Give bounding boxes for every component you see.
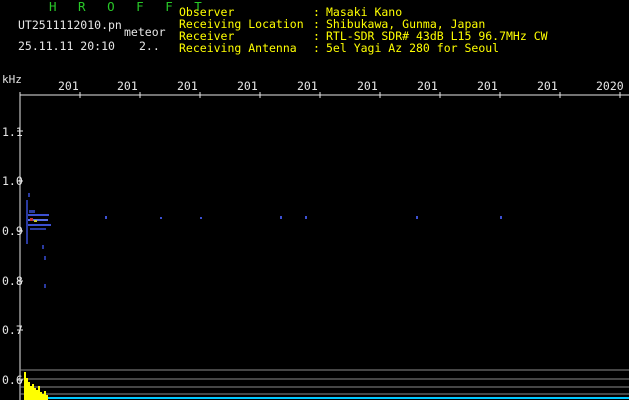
hrofft-window: H R O F F T UT2511112010.pn meteor 25.11…: [0, 0, 629, 400]
spectrogram-plot: [17, 92, 629, 400]
faint-echoes: [105, 216, 502, 219]
count-reference-lines: [20, 369, 629, 395]
count-bars: [24, 372, 48, 400]
meteor-echo: [26, 193, 51, 288]
